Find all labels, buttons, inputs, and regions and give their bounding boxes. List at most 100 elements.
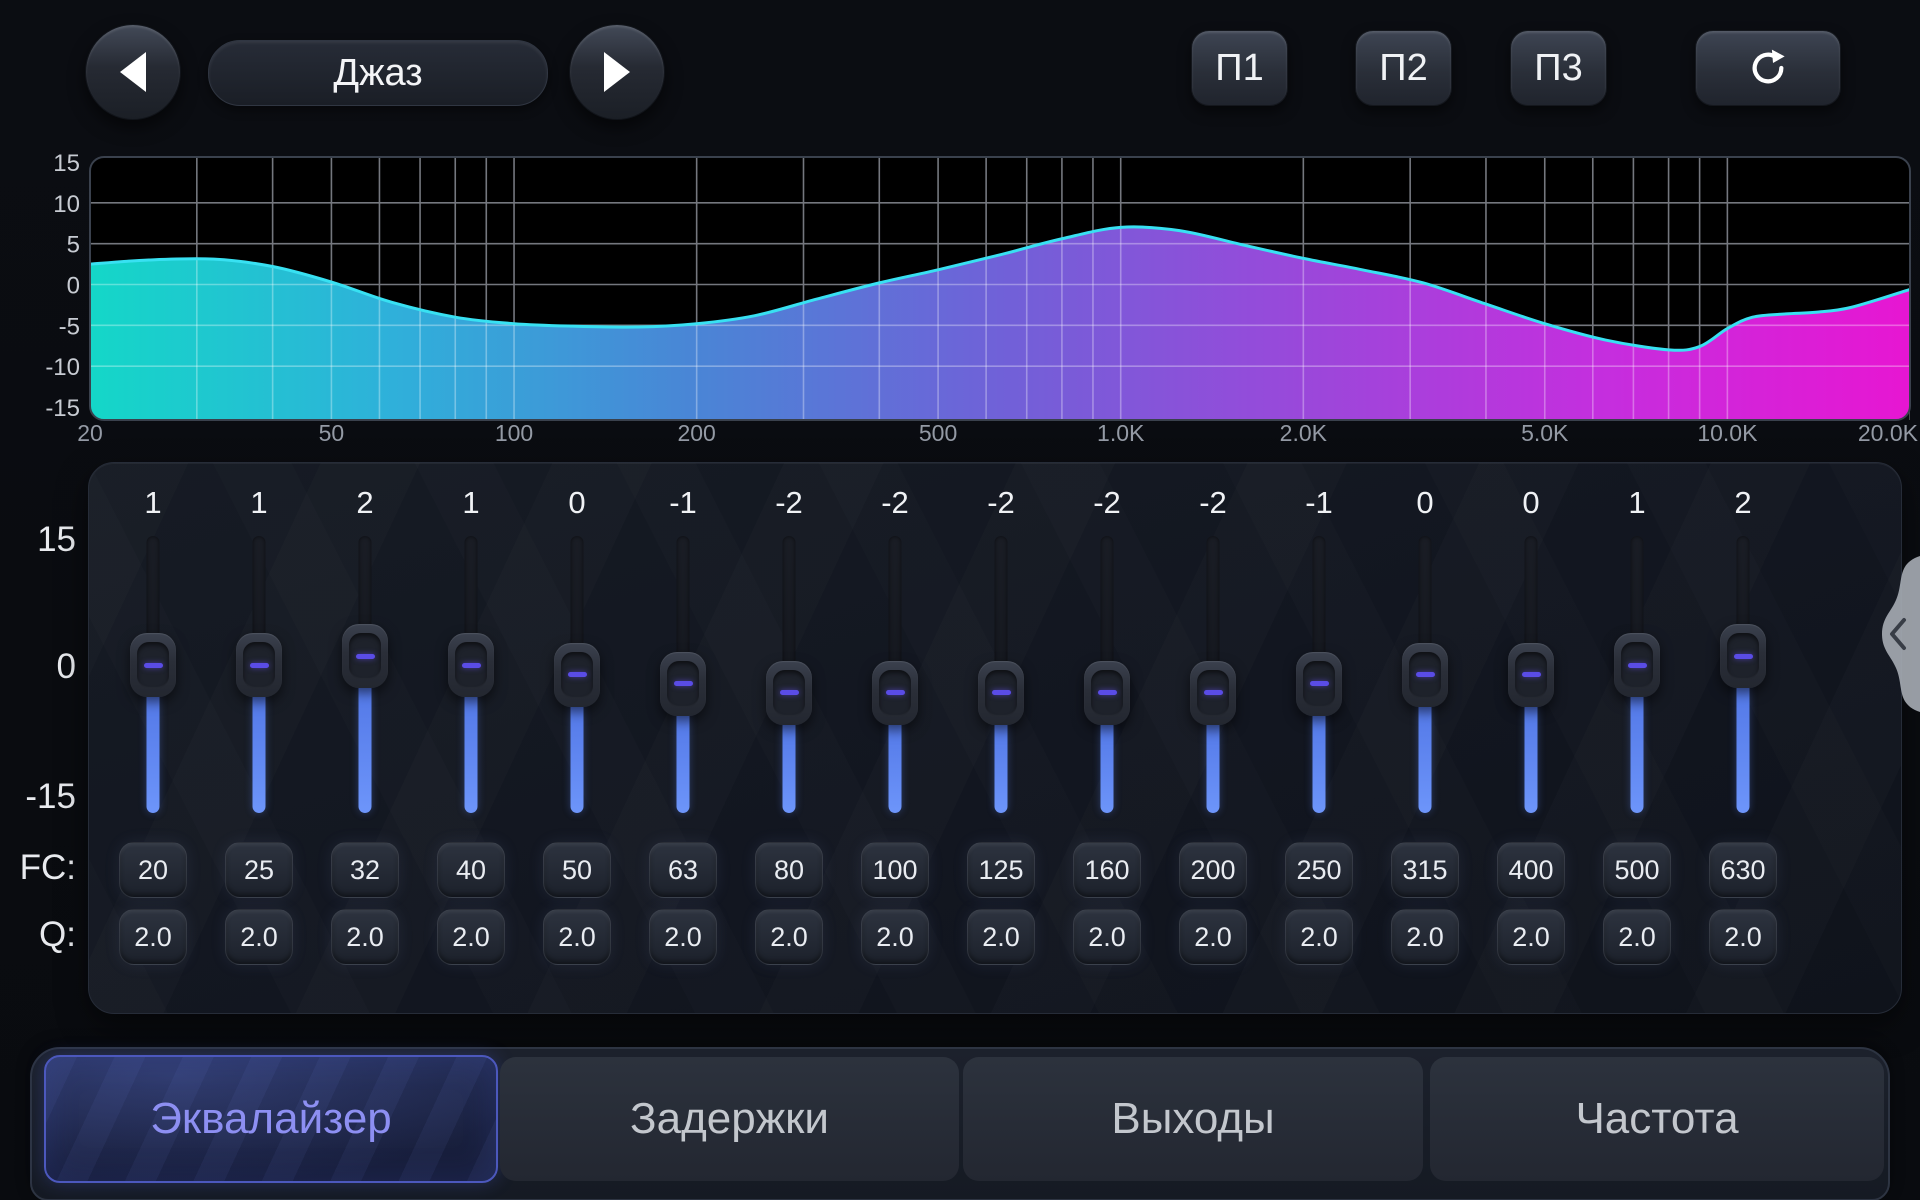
slider-fill [995,719,1008,813]
gain-scale-zero-label: 0 [2,648,76,686]
band-q-value[interactable]: 2.0 [649,909,717,965]
band-fc-value[interactable]: 100 [861,842,929,898]
slider-handle[interactable] [1084,661,1130,725]
slider-fill [1313,710,1326,813]
q-row-label: Q: [2,916,76,954]
slider-fill [1525,701,1538,814]
band-q-value[interactable]: 2.0 [225,909,293,965]
band-fc-value[interactable]: 125 [967,842,1035,898]
slider-handle[interactable] [1402,643,1448,707]
preset-memory-2-button[interactable]: П2 [1355,30,1452,106]
preset-memory-3-button[interactable]: П3 [1510,30,1607,106]
band-q-value[interactable]: 2.0 [1179,909,1247,965]
band-q-value[interactable]: 2.0 [1603,909,1671,965]
band-fc-value[interactable]: 80 [755,842,823,898]
slider-handle-inner [1197,670,1229,716]
svg-text:10: 10 [53,191,80,218]
slider-handle-inner [1727,633,1759,679]
slider-handle-inner [985,670,1017,716]
band-q-value[interactable]: 2.0 [543,909,611,965]
tab-frequency[interactable]: Частота [1430,1057,1884,1181]
slider-handle[interactable] [978,661,1024,725]
slider-fill [465,691,478,813]
slider-handle[interactable] [236,633,282,697]
preset-memory-1-button[interactable]: П1 [1191,30,1288,106]
band-fc-value[interactable]: 250 [1285,842,1353,898]
band-q-value[interactable]: 2.0 [861,909,929,965]
band-q-value[interactable]: 2.0 [967,909,1035,965]
slider-handle-inner [349,633,381,679]
band-fc-value[interactable]: 40 [437,842,505,898]
slider-handle[interactable] [448,633,494,697]
preset-next-button[interactable] [569,24,665,120]
band-fc-value[interactable]: 160 [1073,842,1141,898]
slider-handle[interactable] [1720,624,1766,688]
slider-fill [571,701,584,814]
gain-scale-min-label: -15 [2,778,76,816]
refresh-icon [1748,48,1788,88]
band-fc-value[interactable]: 50 [543,842,611,898]
slider-fill [1101,719,1114,813]
slider-handle[interactable] [1190,661,1236,725]
slider-handle-mark [674,681,693,686]
band-q-value[interactable]: 2.0 [755,909,823,965]
svg-text:-5: -5 [59,313,80,340]
slider-handle[interactable] [130,633,176,697]
band-fc-value[interactable]: 32 [331,842,399,898]
band-fc-value[interactable]: 315 [1391,842,1459,898]
band-fc-value[interactable]: 25 [225,842,293,898]
band-q-value[interactable]: 2.0 [331,909,399,965]
svg-text:20: 20 [77,420,103,446]
band-q-value[interactable]: 2.0 [1073,909,1141,965]
slider-handle[interactable] [1614,633,1660,697]
slider-handle-mark [1098,690,1117,695]
eq-band: -2 80 2.0 [736,463,842,1013]
svg-text:0: 0 [67,273,80,300]
eq-band: -2 160 2.0 [1054,463,1160,1013]
eq-band: 2 630 2.0 [1690,463,1796,1013]
slider-handle-inner [1091,670,1123,716]
tab-delays[interactable]: Задержки [500,1057,959,1181]
side-panel-handle[interactable] [1862,556,1920,712]
band-q-value[interactable]: 2.0 [1497,909,1565,965]
slider-handle-mark [356,654,375,659]
slider-handle[interactable] [342,624,388,688]
eq-band: 1 40 2.0 [418,463,524,1013]
tab-outputs[interactable]: Выходы [963,1057,1423,1181]
slider-handle-inner [773,670,805,716]
band-fc-value[interactable]: 500 [1603,842,1671,898]
slider-handle-mark [250,663,269,668]
slider-handle-mark [780,690,799,695]
slider-handle-mark [1204,690,1223,695]
svg-text:100: 100 [495,420,533,446]
slider-handle[interactable] [660,652,706,716]
slider-handle[interactable] [1508,643,1554,707]
slider-handle[interactable] [1296,652,1342,716]
triangle-left-icon [118,50,148,94]
eq-band: 0 50 2.0 [524,463,630,1013]
band-q-value[interactable]: 2.0 [437,909,505,965]
eq-band: 1 25 2.0 [206,463,312,1013]
slider-fill [1207,719,1220,813]
preset-prev-button[interactable] [85,24,181,120]
slider-handle[interactable] [554,643,600,707]
band-fc-value[interactable]: 20 [119,842,187,898]
preset-name: Джаз [333,52,422,95]
tab-equalizer[interactable]: Эквалайзер [44,1055,498,1183]
slider-handle-inner [137,642,169,688]
preset-selector[interactable]: Джаз [208,40,548,106]
slider-handle[interactable] [872,661,918,725]
band-fc-value[interactable]: 400 [1497,842,1565,898]
reset-button[interactable] [1695,30,1841,106]
band-fc-value[interactable]: 630 [1709,842,1777,898]
band-fc-value[interactable]: 63 [649,842,717,898]
band-fc-value[interactable]: 200 [1179,842,1247,898]
eq-band: 0 400 2.0 [1478,463,1584,1013]
slider-handle[interactable] [766,661,812,725]
band-q-value[interactable]: 2.0 [1709,909,1777,965]
band-q-value[interactable]: 2.0 [1285,909,1353,965]
band-q-value[interactable]: 2.0 [119,909,187,965]
slider-handle-mark [1628,663,1647,668]
band-q-value[interactable]: 2.0 [1391,909,1459,965]
svg-text:10.0K: 10.0K [1697,420,1758,446]
